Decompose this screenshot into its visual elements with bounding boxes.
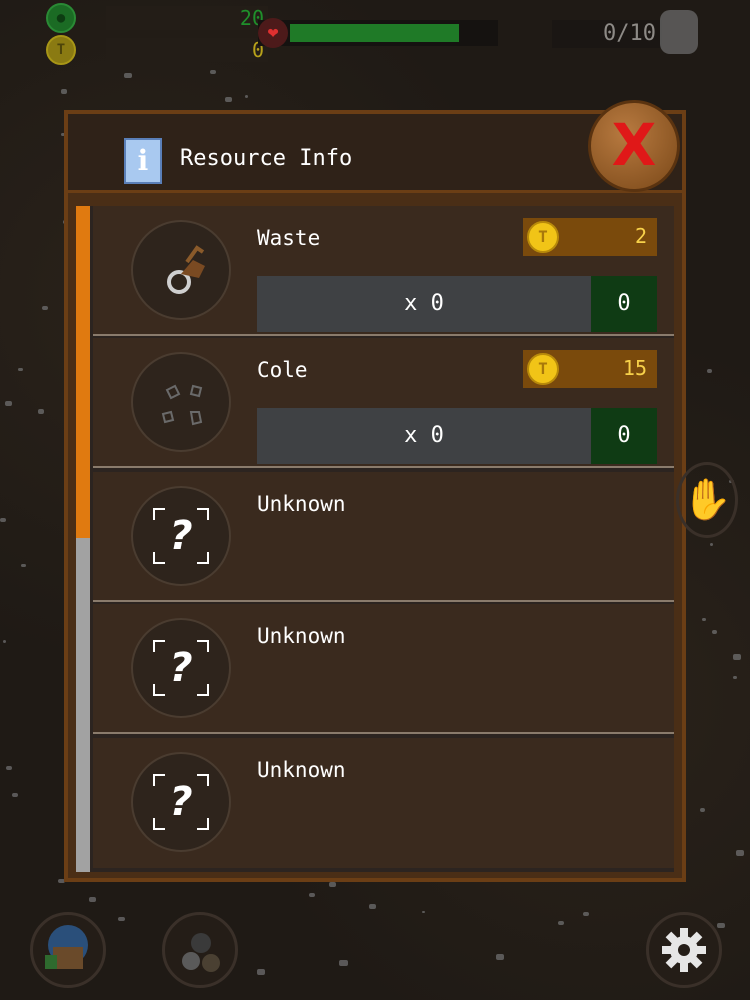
- health-bar-fill: [290, 24, 459, 42]
- resource-info-dialog: i Resource Info X Waste T 2 x 0 0 Cole T…: [64, 100, 686, 882]
- pebble: [89, 897, 96, 902]
- pebble: [117, 916, 125, 922]
- resource-name: Cole: [257, 358, 308, 382]
- pebble: [6, 765, 12, 770]
- resource-name: Unknown: [257, 492, 346, 516]
- pebble: [339, 959, 348, 966]
- scrollbar-thumb[interactable]: [76, 206, 90, 538]
- gear-icon: [662, 928, 706, 972]
- close-button[interactable]: X: [588, 100, 680, 192]
- price-tag: T 2: [523, 218, 657, 256]
- resource-name: Unknown: [257, 624, 346, 648]
- health-bar: ❤: [258, 18, 498, 48]
- pebble: [711, 630, 717, 634]
- gem-value: 20: [106, 6, 268, 30]
- coal-chunks-icon: [131, 352, 231, 452]
- price-value: 15: [622, 356, 647, 380]
- pebble: [582, 911, 589, 916]
- question-icon: ?: [131, 752, 231, 852]
- pebble: [710, 543, 714, 546]
- resource-row-unknown[interactable]: ? Unknown: [93, 604, 674, 734]
- character-avatar-button[interactable]: [30, 912, 106, 988]
- gem-counter: ● 20: [46, 3, 268, 33]
- pebble: [244, 95, 248, 98]
- resource-name: Waste: [257, 226, 321, 250]
- gem-icon: ●: [46, 3, 76, 33]
- pebble: [38, 409, 45, 414]
- resource-row-unknown[interactable]: ? Unknown: [93, 472, 674, 602]
- coin-icon: T: [527, 221, 559, 253]
- pebble: [496, 953, 505, 960]
- pebble: [369, 903, 377, 909]
- pebble: [210, 70, 216, 74]
- pebble: [308, 892, 316, 898]
- resource-name: Unknown: [257, 758, 346, 782]
- pebble: [736, 850, 744, 856]
- pebble: [328, 881, 336, 887]
- coin-value: 0: [106, 38, 268, 62]
- pebble: [12, 793, 18, 798]
- pebble: [60, 89, 67, 94]
- pebble: [421, 910, 425, 913]
- collected-count: x 0: [257, 276, 591, 332]
- question-icon: ?: [131, 618, 231, 718]
- owned-count: 0: [591, 276, 657, 332]
- pebble: [224, 97, 232, 102]
- backpack-icon[interactable]: [660, 10, 698, 54]
- pebble: [0, 518, 6, 523]
- resource-list[interactable]: Waste T 2 x 0 0 Cole T 15 x 0 0 ? Unknow…: [76, 206, 674, 872]
- resource-row-waste[interactable]: Waste T 2 x 0 0: [93, 206, 674, 336]
- pebble: [21, 563, 27, 568]
- price-value: 2: [634, 224, 647, 248]
- waste-wheel-icon: [131, 220, 231, 320]
- heart-icon: ❤: [258, 18, 288, 48]
- coin-counter: T 0: [46, 35, 268, 65]
- price-tag: T 15: [523, 350, 657, 388]
- resource-row-unknown[interactable]: ? Unknown: [93, 738, 674, 868]
- collected-count: x 0: [257, 408, 591, 464]
- pebble: [557, 920, 564, 925]
- info-icon: i: [124, 138, 162, 184]
- resources-button[interactable]: [162, 912, 238, 988]
- settings-button[interactable]: [646, 912, 722, 988]
- pebble: [17, 367, 23, 372]
- pebble: [732, 654, 741, 660]
- pebble: [123, 72, 132, 79]
- question-icon: ?: [131, 486, 231, 586]
- bag-capacity: 0/10: [552, 20, 662, 48]
- pebble: [256, 969, 265, 975]
- dialog-title: Resource Info: [180, 146, 353, 171]
- pebble: [732, 676, 737, 679]
- scrollbar[interactable]: [76, 206, 90, 872]
- pebble: [702, 617, 707, 621]
- pebble: [5, 401, 12, 406]
- pebble: [2, 640, 7, 643]
- resource-row-cole[interactable]: Cole T 15 x 0 0: [93, 338, 674, 468]
- coin-icon: T: [46, 35, 76, 65]
- hand-icon[interactable]: ✋: [676, 462, 738, 538]
- owned-count: 0: [591, 408, 657, 464]
- coin-icon: T: [527, 353, 559, 385]
